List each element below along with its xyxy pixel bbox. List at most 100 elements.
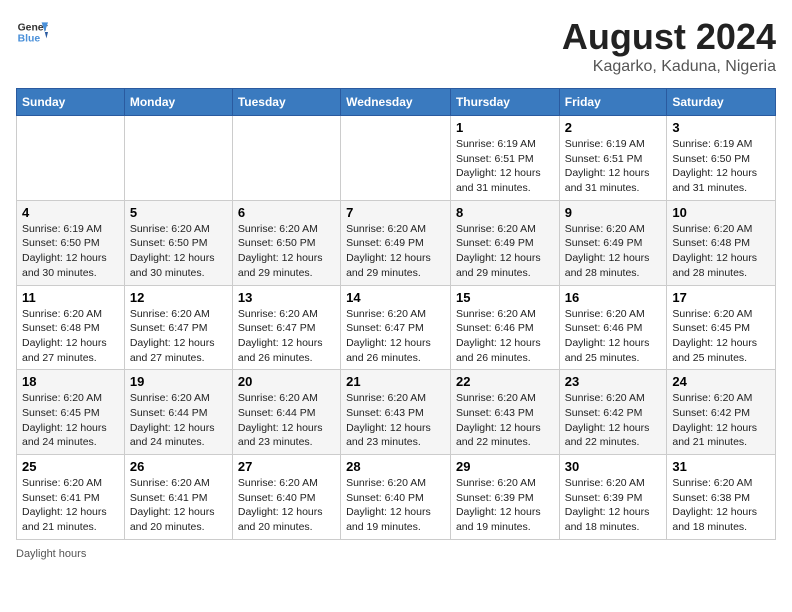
day-info: Sunrise: 6:20 AM Sunset: 6:45 PM Dayligh… <box>672 307 770 366</box>
day-number: 16 <box>565 290 662 305</box>
calendar-table: SundayMondayTuesdayWednesdayThursdayFrid… <box>16 88 776 540</box>
day-info: Sunrise: 6:20 AM Sunset: 6:43 PM Dayligh… <box>346 391 445 450</box>
day-number: 22 <box>456 374 554 389</box>
calendar-cell: 6Sunrise: 6:20 AM Sunset: 6:50 PM Daylig… <box>232 200 340 285</box>
svg-text:Blue: Blue <box>18 34 41 45</box>
day-number: 2 <box>565 120 662 135</box>
day-number: 28 <box>346 459 445 474</box>
day-number: 19 <box>130 374 227 389</box>
calendar-day-header: Sunday <box>17 89 125 116</box>
day-number: 11 <box>22 290 119 305</box>
day-info: Sunrise: 6:20 AM Sunset: 6:50 PM Dayligh… <box>238 222 335 281</box>
calendar-cell: 16 Sunrise: 6:20 AM Sunset: 6:46 PM Dayli… <box>559 285 667 370</box>
calendar-cell: 7 Sunrise: 6:20 AM Sunset: 6:49 PM Daylig… <box>341 200 451 285</box>
calendar-day-header: Saturday <box>667 89 776 116</box>
calendar-cell: 14 Sunrise: 6:20 AM Sunset: 6:47 PM Dayli… <box>341 285 451 370</box>
day-info: Sunrise: 6:19 AM Sunset: 6:50 PM Dayligh… <box>22 222 119 281</box>
calendar-day-header: Tuesday <box>232 89 340 116</box>
day-info: Sunrise: 6:20 AM Sunset: 6:42 PM Dayligh… <box>565 391 662 450</box>
day-number: 24 <box>672 374 770 389</box>
calendar-day-header: Wednesday <box>341 89 451 116</box>
logo: General Blue <box>16 16 48 48</box>
day-info: Sunrise: 6:20 AM Sunset: 6:49 PM Dayligh… <box>565 222 662 281</box>
day-number: 17 <box>672 290 770 305</box>
footer-label: Daylight hours <box>16 548 86 560</box>
day-number: 5 <box>130 205 227 220</box>
day-info: Sunrise: 6:20 AM Sunset: 6:47 PM Dayligh… <box>130 307 227 366</box>
day-number: 1 <box>456 120 554 135</box>
day-info: Sunrise: 6:20 AM Sunset: 6:44 PM Dayligh… <box>130 391 227 450</box>
footer: Daylight hours <box>16 548 776 560</box>
calendar-day-header: Friday <box>559 89 667 116</box>
day-info: Sunrise: 6:20 AM Sunset: 6:49 PM Dayligh… <box>456 222 554 281</box>
day-info: Sunrise: 6:20 AM Sunset: 6:48 PM Dayligh… <box>22 307 119 366</box>
day-info: Sunrise: 6:19 AM Sunset: 6:51 PM Dayligh… <box>565 137 662 196</box>
day-number: 18 <box>22 374 119 389</box>
calendar-cell <box>17 116 125 201</box>
calendar-cell: 15 Sunrise: 6:20 AM Sunset: 6:46 PM Dayli… <box>450 285 559 370</box>
day-info: Sunrise: 6:20 AM Sunset: 6:39 PM Dayligh… <box>456 476 554 535</box>
day-number: 10 <box>672 205 770 220</box>
day-number: 9 <box>565 205 662 220</box>
calendar-week-row: 4 Sunrise: 6:19 AM Sunset: 6:50 PM Daylig… <box>17 200 776 285</box>
day-number: 7 <box>346 205 445 220</box>
header: General Blue August 2024 Kagarko, Kaduna… <box>16 16 776 76</box>
day-info: Sunrise: 6:19 AM Sunset: 6:50 PM Dayligh… <box>672 137 770 196</box>
calendar-cell: 27Sunrise: 6:20 AM Sunset: 6:40 PM Dayli… <box>232 455 340 540</box>
calendar-week-row: 18Sunrise: 6:20 AM Sunset: 6:45 PM Dayli… <box>17 370 776 455</box>
day-info: Sunrise: 6:20 AM Sunset: 6:40 PM Dayligh… <box>238 476 335 535</box>
day-info: Sunrise: 6:20 AM Sunset: 6:40 PM Dayligh… <box>346 476 445 535</box>
day-info: Sunrise: 6:20 AM Sunset: 6:47 PM Dayligh… <box>346 307 445 366</box>
day-number: 4 <box>22 205 119 220</box>
calendar-cell: 11 Sunrise: 6:20 AM Sunset: 6:48 PM Dayli… <box>17 285 125 370</box>
day-number: 23 <box>565 374 662 389</box>
day-number: 15 <box>456 290 554 305</box>
calendar-cell <box>341 116 451 201</box>
day-number: 21 <box>346 374 445 389</box>
calendar-body: 1 Sunrise: 6:19 AM Sunset: 6:51 PM Daylig… <box>17 116 776 540</box>
logo-icon: General Blue <box>16 16 48 48</box>
calendar-cell: 12Sunrise: 6:20 AM Sunset: 6:47 PM Dayli… <box>124 285 232 370</box>
calendar-cell: 28 Sunrise: 6:20 AM Sunset: 6:40 PM Dayli… <box>341 455 451 540</box>
calendar-week-row: 1 Sunrise: 6:19 AM Sunset: 6:51 PM Daylig… <box>17 116 776 201</box>
calendar-cell <box>124 116 232 201</box>
day-number: 3 <box>672 120 770 135</box>
calendar-week-row: 11 Sunrise: 6:20 AM Sunset: 6:48 PM Dayli… <box>17 285 776 370</box>
calendar-cell: 3 Sunrise: 6:19 AM Sunset: 6:50 PM Daylig… <box>667 116 776 201</box>
calendar-cell: 10Sunrise: 6:20 AM Sunset: 6:48 PM Dayli… <box>667 200 776 285</box>
calendar-cell: 13Sunrise: 6:20 AM Sunset: 6:47 PM Dayli… <box>232 285 340 370</box>
day-number: 8 <box>456 205 554 220</box>
calendar-cell: 23 Sunrise: 6:20 AM Sunset: 6:42 PM Dayli… <box>559 370 667 455</box>
calendar-cell: 1 Sunrise: 6:19 AM Sunset: 6:51 PM Daylig… <box>450 116 559 201</box>
calendar-cell: 5 Sunrise: 6:20 AM Sunset: 6:50 PM Daylig… <box>124 200 232 285</box>
day-info: Sunrise: 6:20 AM Sunset: 6:50 PM Dayligh… <box>130 222 227 281</box>
calendar-cell: 2 Sunrise: 6:19 AM Sunset: 6:51 PM Daylig… <box>559 116 667 201</box>
calendar-cell: 20 Sunrise: 6:20 AM Sunset: 6:44 PM Dayli… <box>232 370 340 455</box>
day-info: Sunrise: 6:20 AM Sunset: 6:49 PM Dayligh… <box>346 222 445 281</box>
calendar-cell: 26Sunrise: 6:20 AM Sunset: 6:41 PM Dayli… <box>124 455 232 540</box>
day-info: Sunrise: 6:20 AM Sunset: 6:46 PM Dayligh… <box>565 307 662 366</box>
calendar-cell: 25Sunrise: 6:20 AM Sunset: 6:41 PM Dayli… <box>17 455 125 540</box>
day-info: Sunrise: 6:20 AM Sunset: 6:41 PM Dayligh… <box>130 476 227 535</box>
calendar-cell: 17 Sunrise: 6:20 AM Sunset: 6:45 PM Dayli… <box>667 285 776 370</box>
page-subtitle: Kagarko, Kaduna, Nigeria <box>562 58 776 76</box>
day-number: 14 <box>346 290 445 305</box>
calendar-cell: 22 Sunrise: 6:20 AM Sunset: 6:43 PM Dayli… <box>450 370 559 455</box>
calendar-header-row: SundayMondayTuesdayWednesdayThursdayFrid… <box>17 89 776 116</box>
day-info: Sunrise: 6:20 AM Sunset: 6:43 PM Dayligh… <box>456 391 554 450</box>
day-info: Sunrise: 6:20 AM Sunset: 6:41 PM Dayligh… <box>22 476 119 535</box>
calendar-cell: 9 Sunrise: 6:20 AM Sunset: 6:49 PM Daylig… <box>559 200 667 285</box>
day-info: Sunrise: 6:20 AM Sunset: 6:46 PM Dayligh… <box>456 307 554 366</box>
day-number: 20 <box>238 374 335 389</box>
calendar-day-header: Thursday <box>450 89 559 116</box>
calendar-week-row: 25Sunrise: 6:20 AM Sunset: 6:41 PM Dayli… <box>17 455 776 540</box>
calendar-cell: 19 Sunrise: 6:20 AM Sunset: 6:44 PM Dayli… <box>124 370 232 455</box>
day-info: Sunrise: 6:20 AM Sunset: 6:42 PM Dayligh… <box>672 391 770 450</box>
day-info: Sunrise: 6:19 AM Sunset: 6:51 PM Dayligh… <box>456 137 554 196</box>
day-info: Sunrise: 6:20 AM Sunset: 6:44 PM Dayligh… <box>238 391 335 450</box>
calendar-cell: 31Sunrise: 6:20 AM Sunset: 6:38 PM Dayli… <box>667 455 776 540</box>
calendar-cell: 18Sunrise: 6:20 AM Sunset: 6:45 PM Dayli… <box>17 370 125 455</box>
title-block: August 2024 Kagarko, Kaduna, Nigeria <box>562 16 776 76</box>
calendar-cell: 29Sunrise: 6:20 AM Sunset: 6:39 PM Dayli… <box>450 455 559 540</box>
day-number: 31 <box>672 459 770 474</box>
